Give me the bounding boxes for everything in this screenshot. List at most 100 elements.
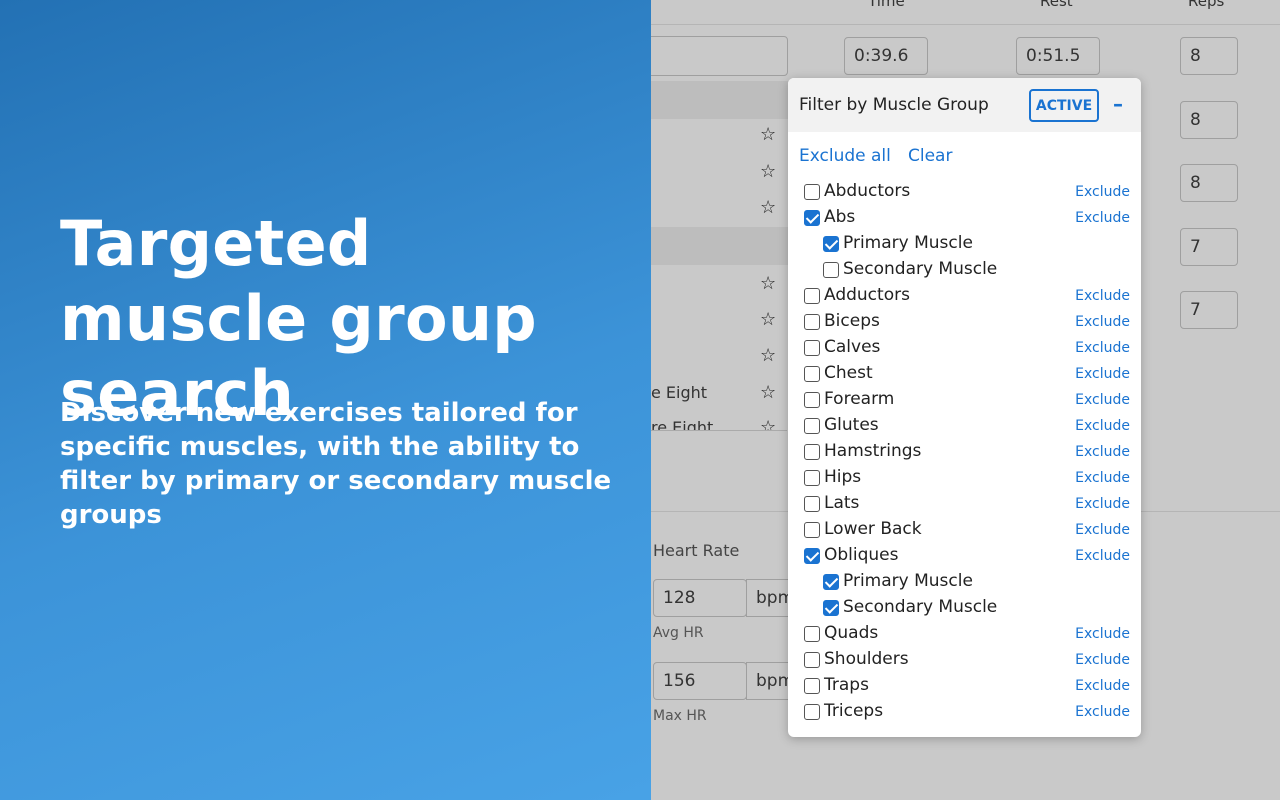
exclude-link[interactable]: Exclude: [1075, 652, 1130, 668]
checkbox[interactable]: [804, 522, 820, 538]
muscle-group-row[interactable]: Lower Back Exclude: [788, 517, 1141, 543]
muscle-subgroup-row[interactable]: Primary Muscle: [788, 569, 1141, 595]
checkbox[interactable]: [804, 626, 820, 642]
checkbox[interactable]: [823, 262, 839, 278]
muscle-group-row[interactable]: Traps Exclude: [788, 673, 1141, 699]
checkbox[interactable]: [804, 288, 820, 304]
exclude-link[interactable]: Exclude: [1075, 548, 1130, 564]
exclude-link[interactable]: Exclude: [1075, 678, 1130, 694]
collapse-button[interactable]: –: [1113, 92, 1123, 116]
checkbox[interactable]: [804, 184, 820, 200]
checkbox[interactable]: [804, 418, 820, 434]
muscle-group-label: Glutes: [824, 415, 879, 435]
exclude-link[interactable]: Exclude: [1075, 184, 1130, 200]
checkbox[interactable]: [804, 340, 820, 356]
exclude-link[interactable]: Exclude: [1075, 704, 1130, 720]
exclude-link[interactable]: Exclude: [1075, 392, 1130, 408]
checkbox[interactable]: [804, 314, 820, 330]
exercise-name-field[interactable]: [651, 36, 788, 76]
muscle-group-row[interactable]: Calves Exclude: [788, 335, 1141, 361]
column-header-rest: Rest: [1040, 0, 1073, 10]
checkbox-checked[interactable]: [804, 210, 820, 226]
exclude-link[interactable]: Exclude: [1075, 626, 1130, 642]
muscle-group-label: Forearm: [824, 389, 895, 409]
favorite-star-icon[interactable]: ☆: [760, 273, 776, 294]
rest-field[interactable]: 0:51.5: [1016, 37, 1100, 75]
muscle-group-row[interactable]: Biceps Exclude: [788, 309, 1141, 335]
muscle-group-label: Obliques: [824, 545, 899, 565]
exclude-link[interactable]: Exclude: [1075, 444, 1130, 460]
reps-field[interactable]: 8: [1180, 164, 1238, 202]
muscle-group-filter-popup: Filter by Muscle Group ACTIVE – Exclude …: [788, 78, 1141, 737]
max-hr-field[interactable]: 156: [653, 662, 747, 700]
muscle-group-label: Adductors: [824, 285, 910, 305]
exclude-link[interactable]: Exclude: [1075, 340, 1130, 356]
promo-panel: Targeted muscle group search Discover ne…: [0, 0, 651, 800]
muscle-group-row[interactable]: Glutes Exclude: [788, 413, 1141, 439]
checkbox-checked[interactable]: [823, 600, 839, 616]
muscle-group-row[interactable]: Quads Exclude: [788, 621, 1141, 647]
favorite-star-icon[interactable]: ☆: [760, 382, 776, 403]
muscle-group-label: Secondary Muscle: [843, 259, 998, 279]
muscle-group-row[interactable]: Hips Exclude: [788, 465, 1141, 491]
muscle-group-row[interactable]: Abductors Exclude: [788, 179, 1141, 205]
checkbox[interactable]: [804, 704, 820, 720]
checkbox[interactable]: [804, 470, 820, 486]
muscle-group-row[interactable]: Forearm Exclude: [788, 387, 1141, 413]
muscle-group-row[interactable]: Chest Exclude: [788, 361, 1141, 387]
checkbox[interactable]: [804, 652, 820, 668]
reps-field[interactable]: 8: [1180, 37, 1238, 75]
muscle-group-row[interactable]: Adductors Exclude: [788, 283, 1141, 309]
exclude-link[interactable]: Exclude: [1075, 470, 1130, 486]
muscle-group-label: Calves: [824, 337, 881, 357]
muscle-group-row[interactable]: Hamstrings Exclude: [788, 439, 1141, 465]
muscle-group-label: Hamstrings: [824, 441, 922, 461]
exclude-link[interactable]: Exclude: [1075, 366, 1130, 382]
muscle-subgroup-row[interactable]: Secondary Muscle: [788, 595, 1141, 621]
clear-link[interactable]: Clear: [908, 146, 952, 166]
checkbox[interactable]: [804, 496, 820, 512]
checkbox[interactable]: [804, 444, 820, 460]
checkbox[interactable]: [804, 366, 820, 382]
favorite-star-icon[interactable]: ☆: [760, 418, 776, 430]
filter-title: Filter by Muscle Group: [799, 95, 989, 115]
max-hr-label: Max HR: [653, 708, 707, 724]
time-field[interactable]: 0:39.6: [844, 37, 928, 75]
exercise-row-clipped: re Eight ☆: [651, 418, 788, 430]
muscle-group-row[interactable]: Triceps Exclude: [788, 699, 1141, 725]
favorite-star-icon[interactable]: ☆: [760, 345, 776, 366]
checkbox[interactable]: [804, 392, 820, 408]
exclude-link[interactable]: Exclude: [1075, 418, 1130, 434]
active-status-badge[interactable]: ACTIVE: [1029, 89, 1099, 122]
muscle-group-row[interactable]: Abs Exclude: [788, 205, 1141, 231]
section-band: [651, 227, 788, 265]
reps-field[interactable]: 7: [1180, 228, 1238, 266]
exclude-all-link[interactable]: Exclude all: [799, 146, 891, 166]
muscle-group-row[interactable]: Obliques Exclude: [788, 543, 1141, 569]
reps-field[interactable]: 7: [1180, 291, 1238, 329]
favorite-star-icon[interactable]: ☆: [760, 124, 776, 145]
checkbox-checked[interactable]: [804, 548, 820, 564]
favorite-star-icon[interactable]: ☆: [760, 161, 776, 182]
exclude-link[interactable]: Exclude: [1075, 288, 1130, 304]
muscle-group-label: Shoulders: [824, 649, 909, 669]
exclude-link[interactable]: Exclude: [1075, 314, 1130, 330]
header-divider: [651, 24, 1280, 25]
muscle-group-row[interactable]: Shoulders Exclude: [788, 647, 1141, 673]
exclude-link[interactable]: Exclude: [1075, 210, 1130, 226]
favorite-star-icon[interactable]: ☆: [760, 197, 776, 218]
muscle-group-label: Primary Muscle: [843, 571, 973, 591]
avg-hr-label: Avg HR: [653, 625, 704, 641]
reps-field[interactable]: 8: [1180, 101, 1238, 139]
favorite-star-icon[interactable]: ☆: [760, 309, 776, 330]
exclude-link[interactable]: Exclude: [1075, 522, 1130, 538]
exclude-link[interactable]: Exclude: [1075, 496, 1130, 512]
checkbox-checked[interactable]: [823, 236, 839, 252]
muscle-subgroup-row[interactable]: Primary Muscle: [788, 231, 1141, 257]
muscle-group-row[interactable]: Lats Exclude: [788, 491, 1141, 517]
checkbox-checked[interactable]: [823, 574, 839, 590]
muscle-group-label: Biceps: [824, 311, 880, 331]
muscle-subgroup-row[interactable]: Secondary Muscle: [788, 257, 1141, 283]
checkbox[interactable]: [804, 678, 820, 694]
avg-hr-field[interactable]: 128: [653, 579, 747, 617]
